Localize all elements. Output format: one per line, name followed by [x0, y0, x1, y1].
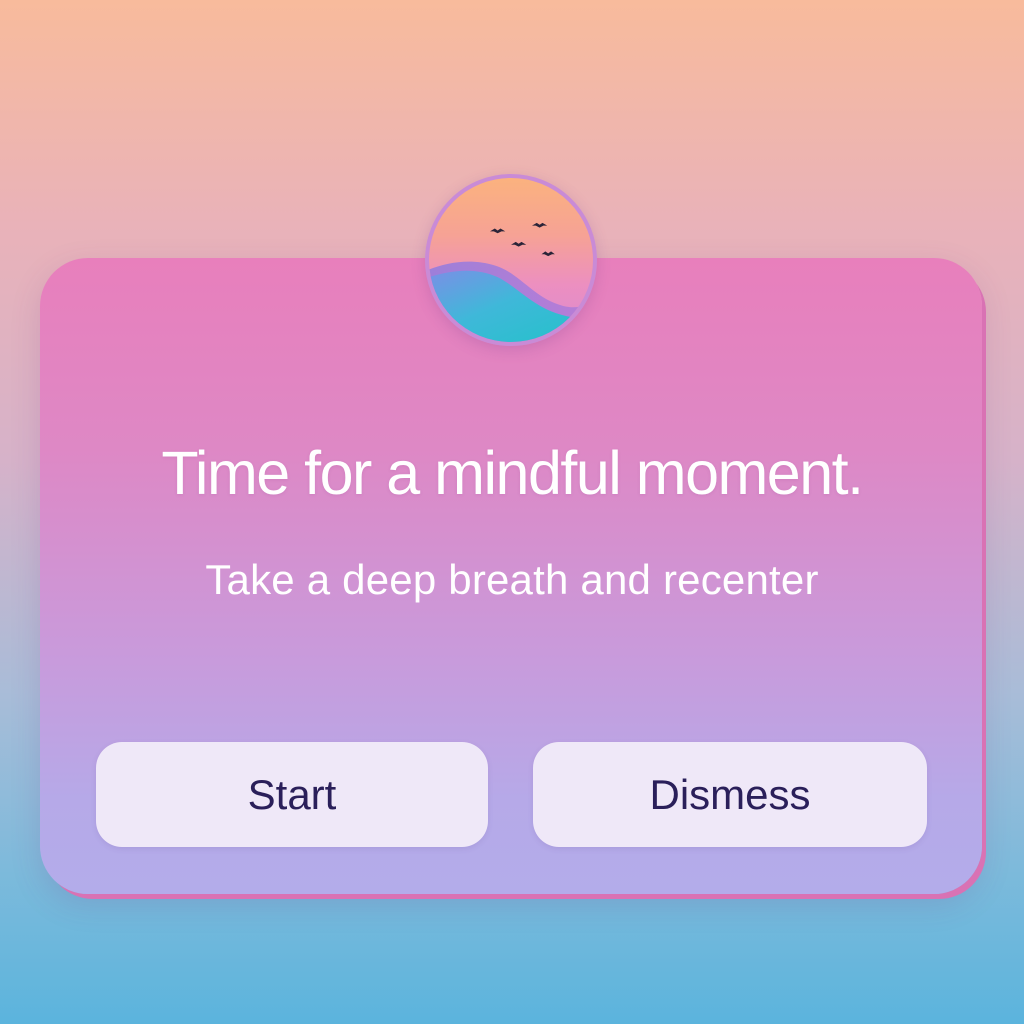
- start-button[interactable]: Start: [96, 742, 488, 847]
- dismiss-button[interactable]: Dismess: [533, 742, 927, 847]
- dialog-title: Time for a mindful moment.: [161, 439, 864, 507]
- dialog-subtitle: Take a deep breath and recenter: [205, 556, 819, 603]
- sunset-birds-waves-icon: [425, 174, 597, 346]
